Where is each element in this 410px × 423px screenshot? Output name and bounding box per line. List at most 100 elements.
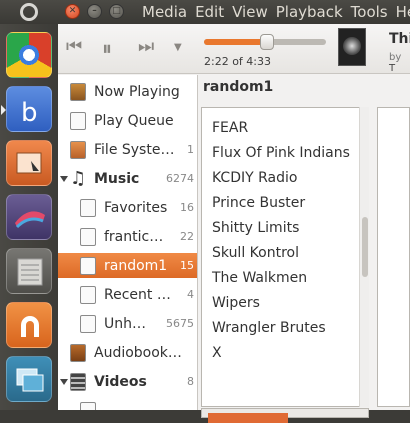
- previous-icon: ⏮: [66, 36, 83, 57]
- time-display: 2:22 of 4:33: [204, 55, 271, 68]
- source-sidebar: Now Playing Play Queue File Syste… 1 ♫ Music 6…: [58, 75, 198, 410]
- playlist-view: random1 FEAR Flux Of Pink Indians KCDIY Ra…: [199, 75, 410, 423]
- pause-icon: ⏸: [102, 36, 112, 60]
- chrome-launcher-icon[interactable]: [6, 32, 52, 78]
- artist-list-item[interactable]: Prince Buster: [212, 195, 305, 211]
- now-playing-icon: [70, 82, 86, 101]
- seek-handle[interactable]: [260, 34, 275, 50]
- sidebar-item-label: Recent …: [104, 286, 171, 303]
- sidebar-item-recent[interactable]: Recent … 4: [58, 282, 197, 307]
- sidebar-item-file-syste[interactable]: File Syste… 1: [58, 137, 197, 162]
- sidebar-item-label: Play Queue: [94, 112, 174, 129]
- document-icon: [17, 258, 43, 286]
- top-panel: ✕ – □ Media Edit View Playback Tools Hel…: [0, 0, 410, 24]
- sidebar-item-label: frantic…: [104, 228, 164, 245]
- play-queue-icon: [70, 111, 86, 130]
- item-count: 15: [180, 259, 194, 272]
- text-editor-launcher-icon[interactable]: [6, 248, 52, 294]
- menu-bar: Media Edit View Playback Tools Help: [138, 0, 410, 24]
- ubuntu-icon: [20, 3, 38, 21]
- artist-list-scrollbar[interactable]: [359, 107, 369, 407]
- sidebar-item-unh[interactable]: Unh… 5675: [58, 311, 197, 336]
- minimize-window-button[interactable]: –: [87, 4, 102, 19]
- artist-list-item[interactable]: X: [212, 345, 222, 361]
- menu-view[interactable]: View: [228, 3, 272, 21]
- item-count: 5675: [166, 317, 194, 330]
- sidebar-item-label: Now Playing: [94, 83, 180, 100]
- sidebar-item-frantic[interactable]: frantic… 22: [58, 224, 197, 249]
- chevron-down-icon: ▼: [174, 42, 182, 53]
- maximize-window-button[interactable]: □: [109, 4, 124, 19]
- minimize-icon: –: [92, 6, 97, 16]
- close-window-button[interactable]: ✕: [65, 4, 80, 19]
- artist-list-item[interactable]: The Walkmen: [212, 270, 307, 286]
- photo-icon: [16, 368, 44, 392]
- item-count: 4: [187, 288, 194, 301]
- sidebar-item-label: Videos: [94, 373, 147, 390]
- video-icon: [70, 372, 86, 391]
- item-count: 6274: [166, 172, 194, 185]
- menu-help[interactable]: Help: [392, 3, 410, 21]
- menu-tools[interactable]: Tools: [347, 3, 392, 21]
- now-playing-title: Thi: [389, 31, 410, 47]
- sidebar-item-audiobook[interactable]: Audiobook…: [58, 340, 197, 365]
- next-button[interactable]: ⏭: [138, 38, 154, 56]
- playlist-title: random1: [203, 79, 274, 95]
- artist-list-item[interactable]: FEAR: [212, 120, 248, 136]
- sidebar-item-videos[interactable]: Videos 8: [58, 369, 197, 394]
- pause-button[interactable]: ⏸: [102, 38, 112, 58]
- banshee-launcher-icon[interactable]: b: [1, 86, 52, 132]
- ubuntu-logo-button[interactable]: [0, 0, 58, 24]
- close-icon: ✕: [68, 6, 77, 16]
- album-art-thumbnail[interactable]: [338, 28, 366, 66]
- album-browser-pane[interactable]: [377, 107, 410, 407]
- sidebar-item-label: Music: [94, 170, 140, 187]
- sidebar-item-music[interactable]: ♫ Music 6274: [58, 166, 197, 191]
- sidebar-item-play-queue[interactable]: Play Queue: [58, 108, 197, 133]
- expander-icon[interactable]: [60, 378, 68, 385]
- ubuntu-one-launcher-icon[interactable]: [6, 302, 52, 348]
- sidebar-item-label: random1: [104, 257, 168, 274]
- sidebar-item-row-11[interactable]: [58, 398, 197, 410]
- previous-button[interactable]: ⏮: [66, 38, 82, 56]
- artist-list-item[interactable]: Shitty Limits: [212, 220, 299, 236]
- artist-list-item[interactable]: KCDIY Radio: [212, 170, 297, 186]
- sidebar-item-label: File Syste…: [94, 141, 175, 158]
- artist-list-item[interactable]: Skull Kontrol: [212, 245, 299, 261]
- photos-launcher-icon[interactable]: [6, 356, 52, 402]
- sidebar-item-favorites[interactable]: Favorites 16: [58, 195, 197, 220]
- artist-browser-list[interactable]: FEAR Flux Of Pink Indians KCDIY Radio Princ…: [201, 107, 369, 407]
- music-note-icon: ♫: [70, 167, 87, 189]
- item-count: 16: [180, 201, 194, 214]
- playlist-icon: [80, 227, 96, 246]
- workspace-switcher-icon[interactable]: [6, 194, 52, 240]
- file-system-icon: [70, 140, 86, 159]
- next-options-dropdown[interactable]: ▼: [174, 43, 182, 53]
- sidebar-item-label: Favorites: [104, 199, 168, 216]
- menu-edit[interactable]: Edit: [191, 3, 228, 21]
- sidebar-item-label: Unh…: [104, 315, 146, 332]
- album-art-image: [343, 37, 361, 55]
- sidebar-item-random1[interactable]: random1 15: [58, 253, 197, 278]
- smart-playlist-icon: [80, 285, 96, 304]
- launcher: b: [0, 24, 58, 410]
- seek-slider[interactable]: [204, 34, 326, 50]
- artist-list-item[interactable]: Wrangler Brutes: [212, 320, 326, 336]
- expander-icon[interactable]: [60, 175, 68, 182]
- item-count: 8: [187, 375, 194, 388]
- scrollbar-thumb[interactable]: [362, 217, 368, 277]
- menu-media[interactable]: Media: [138, 3, 191, 21]
- audiobook-icon: [70, 343, 86, 362]
- active-app-indicator: [1, 105, 6, 115]
- magnet-icon: [21, 316, 39, 337]
- artist-list-item[interactable]: Wipers: [212, 295, 260, 311]
- sidebar-item-label: Audiobook…: [94, 344, 182, 361]
- files-launcher-icon[interactable]: [6, 140, 52, 186]
- artist-list-item[interactable]: Flux Of Pink Indians: [212, 145, 350, 161]
- player-toolbar: ⏮ ⏸ ⏭ ▼ 2:22 of 4:33 Thi by T: [58, 24, 410, 74]
- item-count: 1: [187, 143, 194, 156]
- sidebar-item-now-playing[interactable]: Now Playing: [58, 79, 197, 104]
- artist-name: T: [389, 63, 396, 74]
- banshee-icon: b: [21, 98, 38, 128]
- menu-playback[interactable]: Playback: [272, 3, 347, 21]
